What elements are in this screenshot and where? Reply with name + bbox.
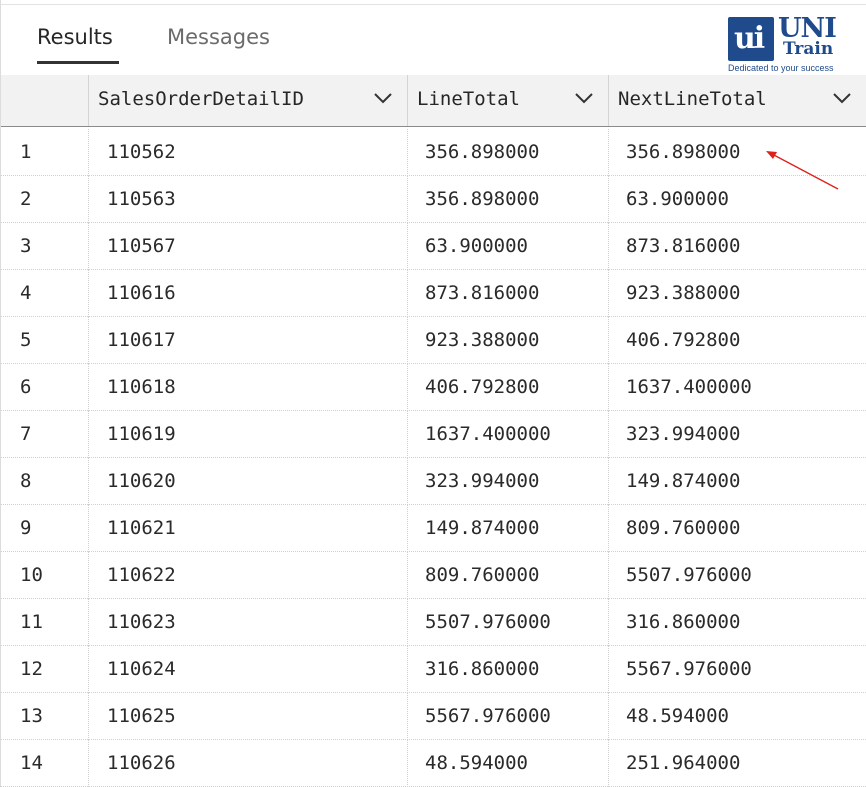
cell-nextlinetotal[interactable]: 251.964000 <box>609 740 866 787</box>
cell-row-number[interactable]: 9 <box>0 505 89 552</box>
cell-row-number[interactable]: 2 <box>0 176 89 223</box>
cell-row-number[interactable]: 3 <box>0 223 89 270</box>
table-row[interactable]: 14 110626 48.594000 251.964000 <box>0 740 866 787</box>
cell-row-number[interactable]: 1 <box>0 129 89 176</box>
header-row-number <box>0 75 89 126</box>
cell-linetotal[interactable]: 923.388000 <box>408 317 609 364</box>
cell-row-number[interactable]: 8 <box>0 458 89 505</box>
unitrain-logo: ui UNI Train Dedicated to your success <box>728 13 840 77</box>
cell-salesorderdetailid[interactable]: 110619 <box>89 411 408 458</box>
logo-brand-bottom: Train <box>783 39 834 59</box>
chevron-down-icon[interactable] <box>574 91 594 105</box>
cell-row-number[interactable]: 14 <box>0 740 89 787</box>
cell-nextlinetotal[interactable]: 5567.976000 <box>609 646 866 693</box>
table-row[interactable]: 7 110619 1637.400000 323.994000 <box>0 411 866 458</box>
cell-salesorderdetailid[interactable]: 110626 <box>89 740 408 787</box>
header-salesorderdetailid[interactable]: SalesOrderDetailID <box>89 75 408 126</box>
cell-nextlinetotal[interactable]: 406.792800 <box>609 317 866 364</box>
chevron-down-icon[interactable] <box>832 91 852 105</box>
logo-tagline: Dedicated to your success <box>728 63 834 73</box>
cell-linetotal[interactable]: 1637.400000 <box>408 411 609 458</box>
table-row[interactable]: 6 110618 406.792800 1637.400000 <box>0 364 866 411</box>
cell-nextlinetotal[interactable]: 48.594000 <box>609 693 866 740</box>
cell-salesorderdetailid[interactable]: 110562 <box>89 129 408 176</box>
grid-header: SalesOrderDetailID LineTotal NextLineTot… <box>0 75 866 126</box>
cell-salesorderdetailid[interactable]: 110625 <box>89 693 408 740</box>
chevron-down-icon[interactable] <box>373 91 393 105</box>
header-nextlinetotal[interactable]: NextLineTotal <box>609 75 866 126</box>
header-linetotal[interactable]: LineTotal <box>408 75 609 126</box>
cell-salesorderdetailid[interactable]: 110567 <box>89 223 408 270</box>
table-row[interactable]: 11 110623 5507.976000 316.860000 <box>0 599 866 646</box>
cell-nextlinetotal[interactable]: 149.874000 <box>609 458 866 505</box>
cell-linetotal[interactable]: 873.816000 <box>408 270 609 317</box>
result-tabs: Results Messages ui UNI Train Dedicated … <box>0 5 866 75</box>
cell-nextlinetotal[interactable]: 5507.976000 <box>609 552 866 599</box>
table-row[interactable]: 2 110563 356.898000 63.900000 <box>0 176 866 223</box>
cell-salesorderdetailid[interactable]: 110623 <box>89 599 408 646</box>
cell-row-number[interactable]: 4 <box>0 270 89 317</box>
cell-salesorderdetailid[interactable]: 110618 <box>89 364 408 411</box>
table-row[interactable]: 9 110621 149.874000 809.760000 <box>0 505 866 552</box>
table-row[interactable]: 1 110562 356.898000 356.898000 <box>0 129 866 176</box>
table-row[interactable]: 10 110622 809.760000 5507.976000 <box>0 552 866 599</box>
cell-row-number[interactable]: 5 <box>0 317 89 364</box>
cell-row-number[interactable]: 11 <box>0 599 89 646</box>
cell-salesorderdetailid[interactable]: 110621 <box>89 505 408 552</box>
cell-linetotal[interactable]: 316.860000 <box>408 646 609 693</box>
red-arrow-icon <box>766 151 839 190</box>
cell-row-number[interactable]: 13 <box>0 693 89 740</box>
cell-nextlinetotal[interactable]: 923.388000 <box>609 270 866 317</box>
cell-linetotal[interactable]: 356.898000 <box>408 176 609 223</box>
header-divider <box>0 126 866 127</box>
cell-linetotal[interactable]: 356.898000 <box>408 129 609 176</box>
cell-linetotal[interactable]: 406.792800 <box>408 364 609 411</box>
cell-linetotal[interactable]: 5507.976000 <box>408 599 609 646</box>
cell-linetotal[interactable]: 48.594000 <box>408 740 609 787</box>
header-label: SalesOrderDetailID <box>98 88 304 110</box>
cell-nextlinetotal[interactable]: 316.860000 <box>609 599 866 646</box>
header-label: NextLineTotal <box>618 88 767 110</box>
table-row[interactable]: 5 110617 923.388000 406.792800 <box>0 317 866 364</box>
table-row[interactable]: 3 110567 63.900000 873.816000 <box>0 223 866 270</box>
cell-salesorderdetailid[interactable]: 110563 <box>89 176 408 223</box>
left-border <box>0 0 1 786</box>
cell-linetotal[interactable]: 149.874000 <box>408 505 609 552</box>
table-row[interactable]: 8 110620 323.994000 149.874000 <box>0 458 866 505</box>
cell-linetotal[interactable]: 323.994000 <box>408 458 609 505</box>
cell-nextlinetotal[interactable]: 873.816000 <box>609 223 866 270</box>
cell-linetotal[interactable]: 63.900000 <box>408 223 609 270</box>
table-row[interactable]: 4 110616 873.816000 923.388000 <box>0 270 866 317</box>
cell-row-number[interactable]: 10 <box>0 552 89 599</box>
header-label: LineTotal <box>417 88 520 110</box>
cell-nextlinetotal[interactable]: 1637.400000 <box>609 364 866 411</box>
tab-messages[interactable]: Messages <box>167 25 270 49</box>
tab-results[interactable]: Results <box>37 25 113 49</box>
cell-salesorderdetailid[interactable]: 110616 <box>89 270 408 317</box>
cell-nextlinetotal[interactable]: 809.760000 <box>609 505 866 552</box>
cell-salesorderdetailid[interactable]: 110622 <box>89 552 408 599</box>
table-row[interactable]: 13 110625 5567.976000 48.594000 <box>0 693 866 740</box>
cell-linetotal[interactable]: 5567.976000 <box>408 693 609 740</box>
cell-salesorderdetailid[interactable]: 110620 <box>89 458 408 505</box>
cell-row-number[interactable]: 6 <box>0 364 89 411</box>
logo-mark-text: ui <box>734 21 765 56</box>
cell-row-number[interactable]: 12 <box>0 646 89 693</box>
active-tab-indicator <box>37 61 119 64</box>
cell-row-number[interactable]: 7 <box>0 411 89 458</box>
logo-mark: ui <box>728 17 774 61</box>
cell-salesorderdetailid[interactable]: 110624 <box>89 646 408 693</box>
cell-linetotal[interactable]: 809.760000 <box>408 552 609 599</box>
cell-salesorderdetailid[interactable]: 110617 <box>89 317 408 364</box>
cell-nextlinetotal[interactable]: 323.994000 <box>609 411 866 458</box>
table-row[interactable]: 12 110624 316.860000 5567.976000 <box>0 646 866 693</box>
